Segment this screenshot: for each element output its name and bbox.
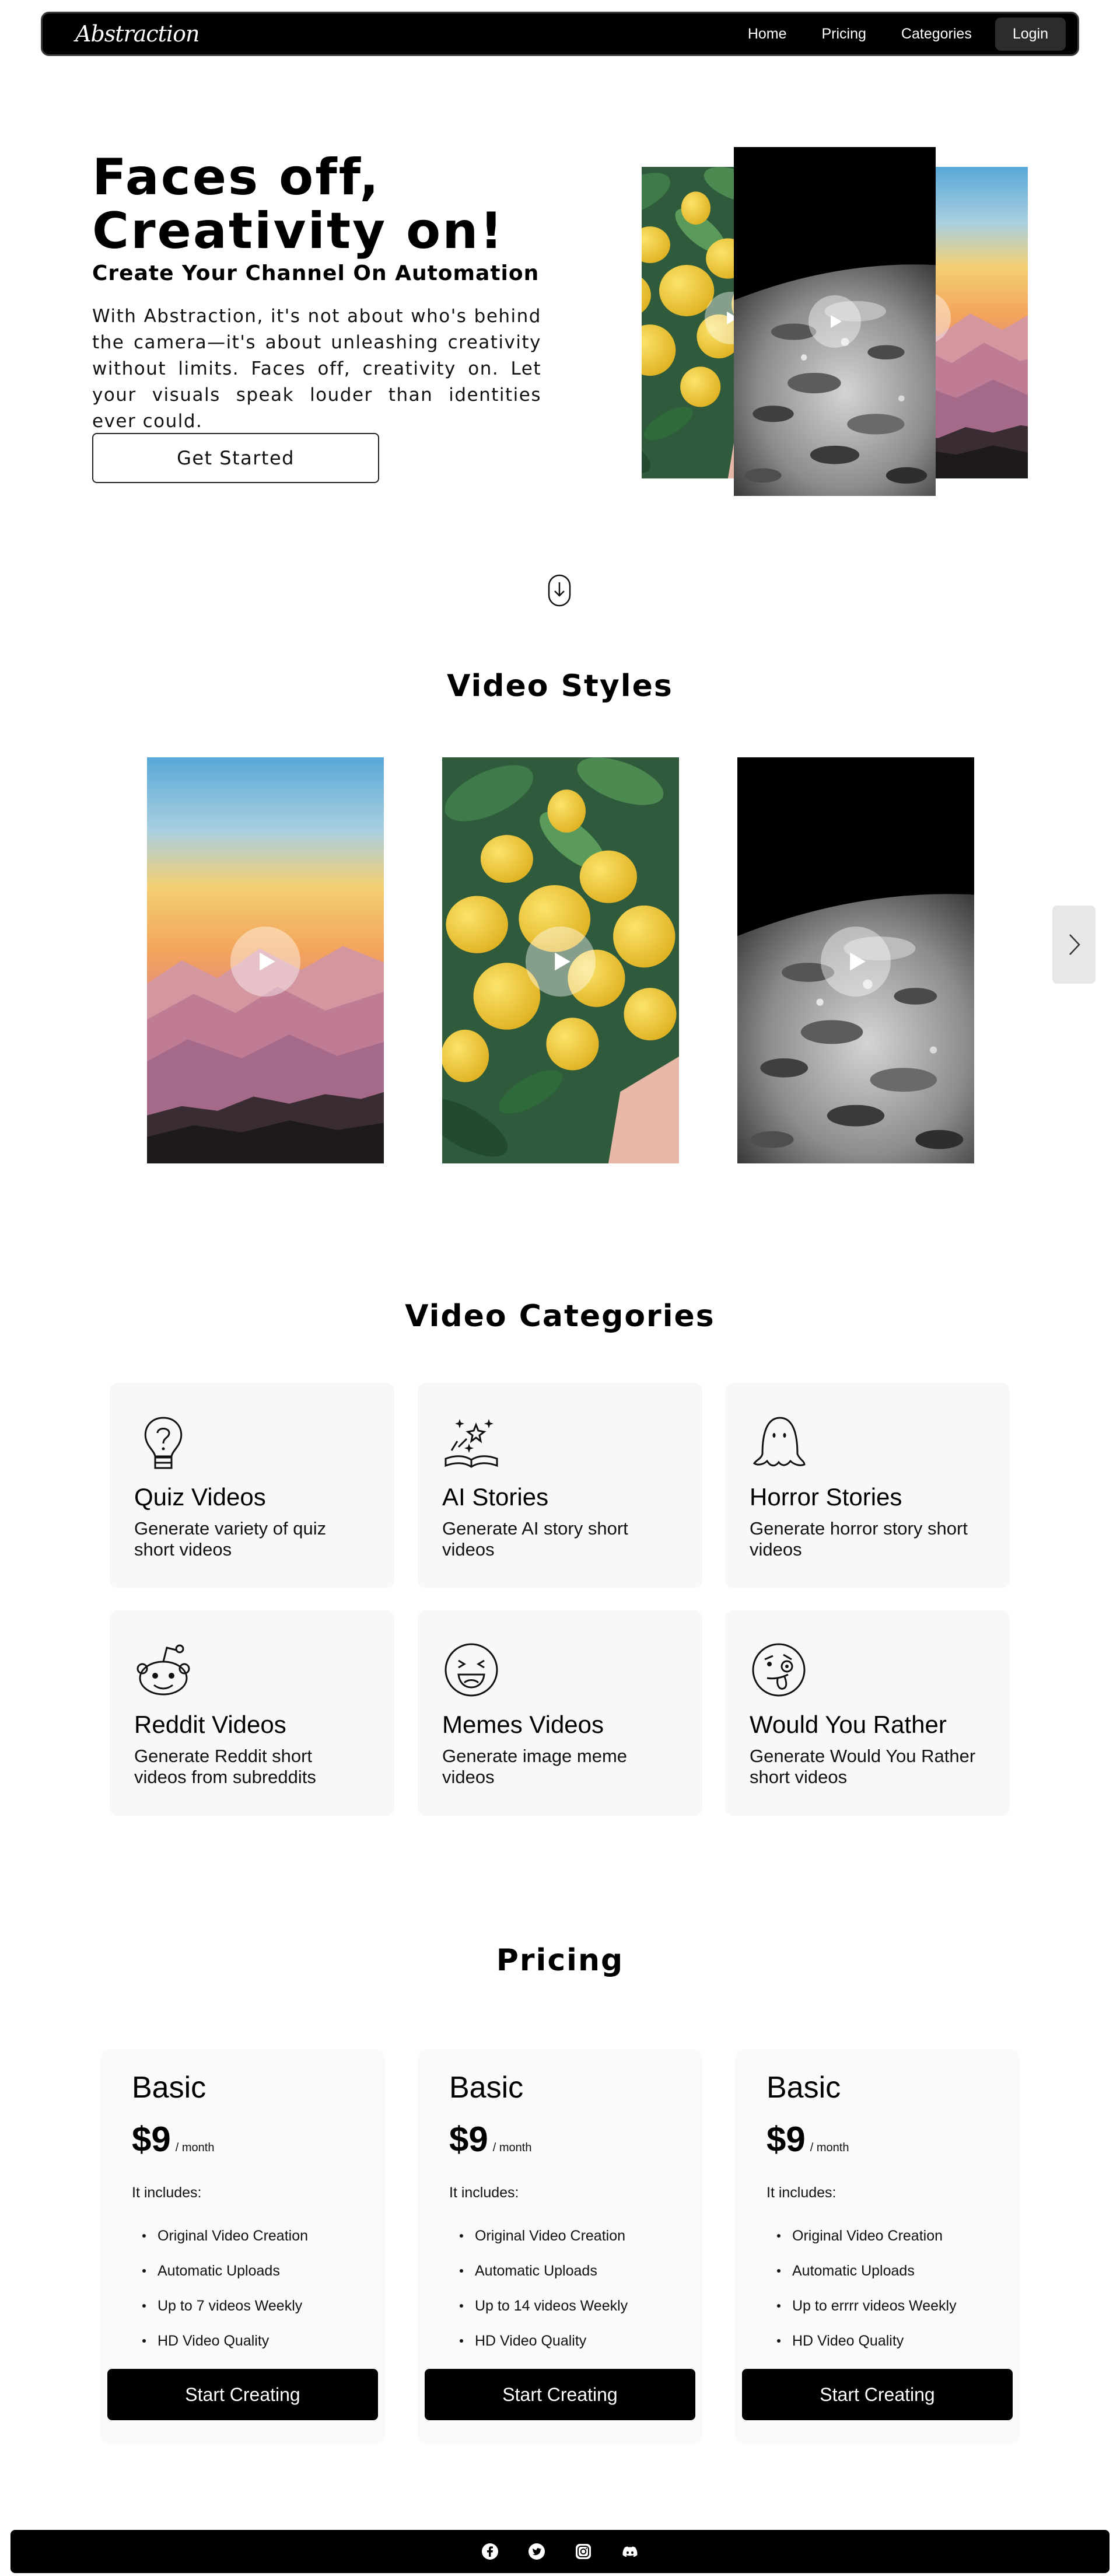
plan-price-amount: $9 [766, 2120, 806, 2159]
hero-video-stack [642, 147, 1027, 497]
plan-features: Original Video Creation Automatic Upload… [449, 2218, 628, 2358]
plan-name: Basic [766, 2071, 841, 2105]
hero-title-line-1: Faces off, [92, 148, 381, 207]
footer [10, 2530, 1110, 2573]
pricing-card: Basic $9 / month It includes: Original V… [735, 2049, 1020, 2444]
tongue-out-face-icon [752, 1643, 806, 1697]
play-icon[interactable] [526, 927, 596, 997]
category-card-horror[interactable]: Horror Stories Generate horror story sho… [725, 1383, 1010, 1588]
facebook-icon[interactable] [481, 2543, 499, 2560]
video-styles-title: Video Styles [447, 669, 673, 704]
start-creating-button[interactable]: Start Creating [425, 2369, 695, 2420]
hero-thumbnail-lemons[interactable] [642, 167, 741, 478]
get-started-button[interactable]: Get Started [92, 433, 379, 483]
plan-price: $9 / month [132, 2119, 214, 2159]
category-title: Would You Rather [750, 1711, 947, 1738]
plan-feature: HD Video Quality [132, 2323, 308, 2358]
plan-feature: Up to 7 videos Weekly [132, 2288, 308, 2323]
plan-feature: Automatic Uploads [766, 2253, 957, 2288]
category-card-ai-stories[interactable]: AI Stories Generate AI story short video… [418, 1383, 702, 1588]
hero-subtitle: Create Your Channel On Automation [92, 261, 540, 285]
video-style-card-mountain[interactable] [147, 757, 384, 1163]
carousel-next-button[interactable] [1052, 906, 1096, 984]
magic-book-icon [444, 1419, 498, 1468]
discord-icon[interactable] [621, 2543, 639, 2560]
pricing-title: Pricing [496, 1943, 624, 1978]
pricing-card: Basic $9 / month It includes: Original V… [100, 2049, 385, 2444]
start-creating-button[interactable]: Start Creating [107, 2369, 378, 2420]
category-card-would-you-rather[interactable]: Would You Rather Generate Would You Rath… [725, 1610, 1010, 1816]
video-style-card-moon[interactable] [737, 757, 974, 1163]
plan-feature: Automatic Uploads [132, 2253, 308, 2288]
plan-feature: HD Video Quality [766, 2323, 957, 2358]
category-description: Generate variety of quiz short videos [134, 1518, 327, 1560]
category-description: Generate horror story short videos [750, 1518, 968, 1560]
video-style-card-lemons[interactable] [442, 757, 679, 1163]
category-description: Generate image meme videos [442, 1746, 628, 1787]
plan-feature: Automatic Uploads [449, 2253, 628, 2288]
plan-price-period: / month [810, 2141, 849, 2154]
play-icon[interactable] [808, 295, 861, 348]
plan-feature: Up to errrr videos Weekly [766, 2288, 957, 2323]
nav-link-home[interactable]: Home [736, 20, 799, 48]
scroll-down-icon[interactable] [547, 573, 572, 608]
instagram-icon[interactable] [575, 2543, 592, 2560]
navbar: Abstraction Home Pricing Categories Logi… [41, 12, 1079, 56]
category-card-memes[interactable]: Memes Videos Generate image meme videos [418, 1610, 702, 1816]
plan-feature: Original Video Creation [449, 2218, 628, 2253]
category-title: Reddit Videos [134, 1711, 286, 1738]
plan-price-period: / month [175, 2141, 215, 2154]
category-title: AI Stories [442, 1483, 549, 1511]
plan-feature: Original Video Creation [766, 2218, 957, 2253]
plan-feature: HD Video Quality [449, 2323, 628, 2358]
play-icon[interactable] [230, 927, 300, 997]
category-card-reddit[interactable]: Reddit Videos Generate Reddit short vide… [110, 1610, 394, 1816]
hero-title-line-2: Creativity on! [92, 202, 505, 260]
plan-includes-label: It includes: [132, 2184, 202, 2201]
hero-thumbnail-mountain[interactable] [922, 167, 1028, 478]
category-title: Memes Videos [442, 1711, 604, 1738]
plan-price-amount: $9 [449, 2120, 488, 2159]
twitter-icon[interactable] [528, 2543, 545, 2560]
laughing-face-icon [444, 1643, 498, 1697]
nav-link-pricing[interactable]: Pricing [810, 20, 878, 48]
plan-price-amount: $9 [132, 2120, 171, 2159]
plan-feature: Original Video Creation [132, 2218, 308, 2253]
category-description: Generate Reddit short videos from subred… [134, 1746, 316, 1787]
hero-title: Faces off, Creativity on! [92, 151, 536, 258]
nav-link-categories[interactable]: Categories [890, 20, 984, 48]
plan-includes-label: It includes: [449, 2184, 519, 2201]
plan-features: Original Video Creation Automatic Upload… [132, 2218, 308, 2358]
chevron-right-icon [1069, 934, 1080, 955]
video-categories-title: Video Categories [405, 1299, 715, 1334]
play-icon[interactable] [821, 927, 891, 997]
plan-price: $9 / month [449, 2119, 531, 2159]
hero-description: With Abstraction, it's not about who's b… [92, 306, 541, 432]
login-button[interactable]: Login [995, 17, 1066, 51]
brand-logo[interactable]: Abstraction [75, 21, 200, 47]
start-creating-button[interactable]: Start Creating [742, 2369, 1013, 2420]
hero-thumbnail-moon[interactable] [734, 147, 936, 496]
ghost-icon [752, 1417, 806, 1467]
pricing-card: Basic $9 / month It includes: Original V… [418, 2049, 702, 2444]
nav-links: Home Pricing Categories Login [736, 17, 1066, 51]
plan-price: $9 / month [766, 2119, 849, 2159]
lightbulb-question-icon [144, 1417, 183, 1469]
category-description: Generate AI story short videos [442, 1518, 628, 1560]
reddit-icon [136, 1644, 190, 1696]
plan-name: Basic [132, 2071, 206, 2105]
plan-name: Basic [449, 2071, 524, 2105]
plan-features: Original Video Creation Automatic Upload… [766, 2218, 957, 2358]
category-description: Generate Would You Rather short videos [750, 1746, 976, 1787]
category-card-quiz[interactable]: Quiz Videos Generate variety of quiz sho… [110, 1383, 394, 1588]
category-title: Horror Stories [750, 1483, 902, 1511]
category-title: Quiz Videos [134, 1483, 266, 1511]
plan-includes-label: It includes: [766, 2184, 836, 2201]
plan-price-period: / month [492, 2141, 532, 2154]
plan-feature: Up to 14 videos Weekly [449, 2288, 628, 2323]
